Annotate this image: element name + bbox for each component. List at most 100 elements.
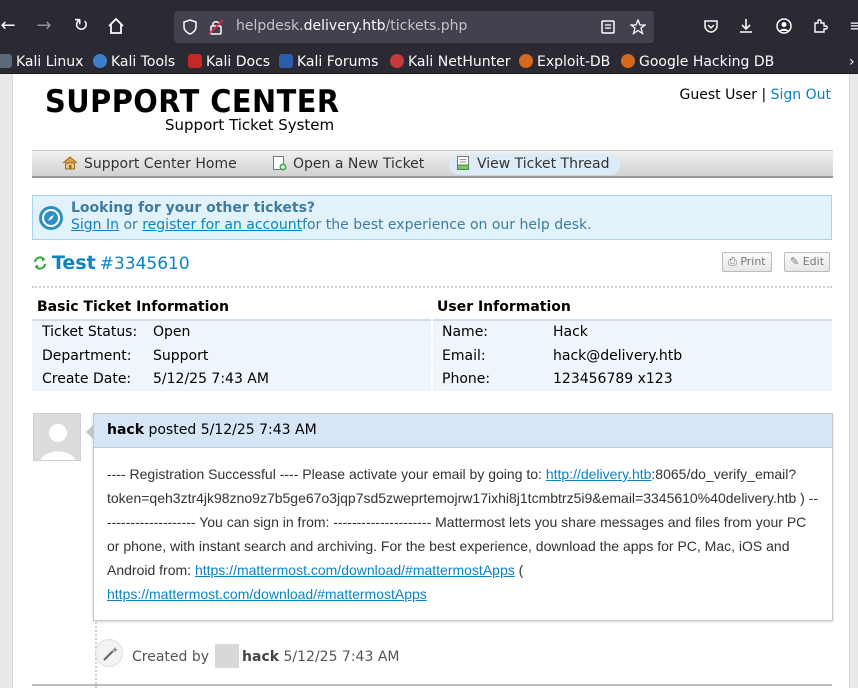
kali-nethunter-icon [390, 54, 404, 68]
back-arrow-icon[interactable]: ← [0, 14, 20, 38]
avatar [33, 413, 81, 461]
sign-in-link[interactable]: Sign In [71, 217, 119, 233]
bookmarks-overflow-chevron-icon[interactable]: › [849, 53, 855, 73]
email-value: hack@delivery.htb [553, 348, 683, 364]
nav-support-home[interactable]: Support Center Home [56, 154, 247, 175]
bookmarks-bar: Kali Linux Kali Tools Kali Docs Kali For… [0, 52, 858, 74]
bookmark-label: Kali NetHunter [408, 54, 511, 70]
ticket-number[interactable]: #3345610 [100, 254, 190, 274]
bookmark-label: Kali Tools [111, 54, 176, 70]
house-icon [62, 156, 78, 170]
divider [32, 286, 832, 288]
sign-out-link[interactable]: Sign Out [771, 87, 831, 103]
status-label: Ticket Status: [42, 324, 138, 340]
bookmark-star-icon[interactable] [630, 19, 646, 35]
bookmark-label: Kali Linux [16, 54, 84, 70]
kali-forums-icon [279, 54, 293, 68]
browser-toolbar: ← → ↻ helpdesk.delivery.htb/tickets.php … [0, 0, 858, 52]
message-arrow [86, 424, 94, 440]
default-avatar-icon [40, 424, 76, 460]
phone-value: 123456789 x123 [553, 371, 673, 387]
basic-info-heading: Basic Ticket Information [37, 299, 229, 315]
url-bar[interactable]: helpdesk.delivery.htb/tickets.php [174, 11, 654, 43]
print-button[interactable]: ⎙ Print [722, 252, 772, 272]
nav-open-ticket[interactable]: Open a New Ticket [265, 154, 434, 175]
phone-label: Phone: [442, 371, 491, 387]
main-nav: Support Center Home Open a New Ticket Vi… [32, 150, 833, 178]
bookmark-kali-forums[interactable]: Kali Forums [279, 53, 378, 73]
nav-label: View Ticket Thread [477, 156, 610, 172]
notice-title: Looking for your other tickets? [71, 200, 316, 216]
edit-label: Edit [802, 255, 825, 268]
logo-title: SUPPORT CENTER [45, 84, 340, 120]
divider [32, 684, 832, 686]
department-value: Support [153, 348, 209, 364]
ticket-title: Test #3345610 [33, 252, 190, 274]
ghdb-icon [621, 54, 635, 68]
extensions-icon[interactable] [812, 18, 828, 34]
print-label: Print [740, 255, 766, 268]
message-body: ---- Registration Successful ---- Please… [94, 448, 832, 606]
logo-subtitle: Support Ticket System [165, 116, 335, 134]
created-by-label: Created by [132, 649, 210, 665]
thread-message: hack posted 5/12/25 7:43 AM ---- Registr… [86, 413, 833, 621]
bookmark-kali-nethunter[interactable]: Kali NetHunter [390, 53, 510, 73]
kali-dragon-icon [0, 54, 12, 68]
mattermost-download-link[interactable]: https://mattermost.com/download/#matterm… [195, 562, 515, 578]
insecure-lock-icon[interactable] [208, 19, 224, 35]
nav-label: Support Center Home [84, 156, 237, 172]
menu-icon[interactable]: ≡ [844, 14, 858, 38]
verify-link[interactable]: http://delivery.htb [546, 466, 652, 482]
home-icon[interactable] [104, 14, 128, 38]
notice-body: Sign In or register for an accountfor th… [71, 217, 592, 233]
mattermost-download-link-2[interactable]: https://mattermost.com/download/#matterm… [107, 586, 427, 602]
message-date: 5/12/25 7:43 AM [200, 422, 317, 438]
reader-view-icon[interactable] [600, 19, 616, 35]
notice-banner: Looking for your other tickets? Sign In … [32, 195, 832, 240]
bookmark-kali-docs[interactable]: Kali Docs [188, 53, 270, 73]
page-content: SUPPORT CENTER Support Ticket System Gue… [12, 74, 850, 688]
notice-or: or [123, 217, 138, 233]
email-label: Email: [442, 348, 486, 364]
mini-avatar [215, 644, 240, 668]
message-header: hack posted 5/12/25 7:43 AM [94, 414, 832, 448]
bookmark-kali-linux[interactable]: Kali Linux [0, 53, 83, 73]
nav-view-thread[interactable]: View Ticket Thread [449, 154, 620, 175]
name-value: Hack [553, 324, 588, 340]
bookmark-kali-tools[interactable]: Kali Tools [93, 53, 175, 73]
user-links: Guest User | Sign Out [680, 87, 831, 103]
magic-wand-icon [95, 639, 123, 667]
refresh-icon[interactable] [33, 256, 47, 270]
ticket-thread-icon [457, 156, 469, 170]
nav-label: Open a New Ticket [293, 156, 425, 172]
bookmark-google-hacking-db[interactable]: Google Hacking DB [621, 53, 774, 73]
exploit-db-icon [519, 54, 533, 68]
message-author: hack [107, 422, 145, 438]
message-posted: posted [148, 422, 197, 438]
message-text: ( [514, 562, 524, 578]
bookmark-label: Exploit-DB [537, 54, 611, 70]
pocket-icon[interactable] [703, 18, 719, 34]
thread-event: Created by hack 5/12/25 7:43 AM [132, 644, 399, 668]
bookmark-label: Kali Docs [206, 54, 271, 70]
url-text[interactable]: helpdesk.delivery.htb/tickets.php [236, 18, 467, 34]
compass-icon [39, 206, 63, 230]
user-info-heading: User Information [437, 299, 571, 315]
ticket-subject: Test [52, 252, 96, 274]
separator: | [761, 87, 767, 103]
forward-arrow-icon[interactable]: → [32, 14, 56, 38]
shield-icon[interactable] [182, 19, 198, 35]
create-date-value: 5/12/25 7:43 AM [153, 371, 269, 387]
name-label: Name: [442, 324, 489, 340]
kali-docs-icon [188, 54, 202, 68]
account-icon[interactable] [776, 18, 792, 34]
downloads-icon[interactable] [738, 18, 754, 34]
department-label: Department: [42, 348, 132, 364]
reload-icon[interactable]: ↻ [69, 14, 93, 38]
register-link[interactable]: register for an account [142, 217, 302, 233]
event-user: hack [242, 649, 280, 665]
notice-rest: for the best experience on our help desk… [302, 217, 592, 233]
bookmark-label: Google Hacking DB [639, 54, 775, 70]
edit-button[interactable]: ✎ Edit [784, 252, 831, 272]
bookmark-exploit-db[interactable]: Exploit-DB [519, 53, 610, 73]
